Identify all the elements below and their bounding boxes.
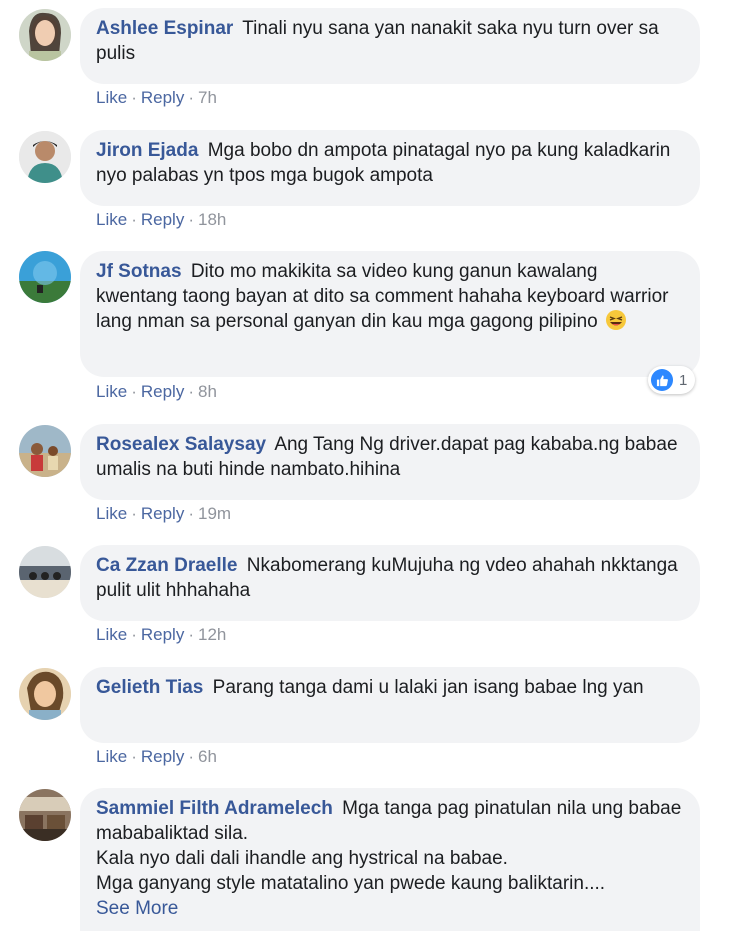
reply-button[interactable]: Reply — [141, 504, 184, 523]
comment-author[interactable]: Jf Sotnas — [96, 261, 182, 282]
comment-bubble: Jiron Ejada Mga bobo dn ampota pinatagal… — [80, 130, 700, 206]
comment-text-line: Kala nyo dali dali ihandle ang hystrical… — [96, 848, 508, 869]
laughing-emoji-icon — [605, 309, 627, 331]
reaction-count[interactable]: 1 — [648, 366, 696, 394]
like-button[interactable]: Like — [96, 88, 127, 107]
thumbs-up-icon — [651, 369, 673, 391]
comment-author[interactable]: Gelieth Tias — [96, 677, 203, 698]
reply-button[interactable]: Reply — [141, 747, 184, 766]
comment-bubble: Rosealex Salaysay Ang Tang Ng driver.dap… — [80, 424, 700, 500]
like-button[interactable]: Like — [96, 210, 127, 229]
comment-actions: Like · Reply · 19m — [96, 504, 232, 523]
comment-timestamp[interactable]: 8h — [198, 382, 217, 401]
like-button[interactable]: Like — [96, 382, 127, 401]
comment-bubble: Jf Sotnas Dito mo makikita sa video kung… — [80, 251, 700, 377]
comment-bubble: Ca Zzan Draelle Nkabomerang kuMujuha ng … — [80, 545, 700, 621]
reply-button[interactable]: Reply — [141, 88, 184, 107]
comment-author[interactable]: Jiron Ejada — [96, 140, 198, 161]
comment-bubble: Ashlee Espinar Tinali nyu sana yan nanak… — [80, 8, 700, 84]
avatar[interactable] — [19, 425, 71, 477]
comment-timestamp[interactable]: 19m — [198, 504, 231, 523]
comment-actions: Like · Reply · 18h — [96, 210, 227, 229]
comment-actions: Like · Reply · 6h — [96, 747, 217, 766]
avatar[interactable] — [19, 9, 71, 61]
reaction-count-value: 1 — [679, 371, 688, 389]
comment-author[interactable]: Ashlee Espinar — [96, 18, 233, 39]
avatar[interactable] — [19, 131, 71, 183]
comment-timestamp[interactable]: 18h — [198, 210, 226, 229]
comment-timestamp[interactable]: 12h — [198, 625, 226, 644]
avatar[interactable] — [19, 668, 71, 720]
see-more-link[interactable]: See More — [96, 896, 684, 921]
comment-text-line: Mga ganyang style matatalino yan pwede k… — [96, 873, 606, 894]
reply-button[interactable]: Reply — [141, 625, 184, 644]
comment-author[interactable]: Rosealex Salaysay — [96, 434, 266, 455]
comment-text: Parang tanga dami u lalaki jan isang bab… — [212, 677, 644, 698]
like-button[interactable]: Like — [96, 625, 127, 644]
comment-author[interactable]: Ca Zzan Draelle — [96, 555, 238, 576]
comment-actions: Like · Reply · 7h — [96, 88, 217, 107]
comment-timestamp[interactable]: 6h — [198, 747, 217, 766]
comment-author[interactable]: Sammiel Filth Adramelech — [96, 798, 333, 819]
comment-bubble: Sammiel Filth Adramelech Mga tanga pag p… — [80, 788, 700, 931]
reply-button[interactable]: Reply — [141, 210, 184, 229]
avatar[interactable] — [19, 789, 71, 841]
comment-bubble: Gelieth Tias Parang tanga dami u lalaki … — [80, 667, 700, 743]
like-button[interactable]: Like — [96, 504, 127, 523]
avatar[interactable] — [19, 546, 71, 598]
avatar[interactable] — [19, 251, 71, 303]
like-button[interactable]: Like — [96, 747, 127, 766]
reply-button[interactable]: Reply — [141, 382, 184, 401]
comment-actions: Like · Reply · 8h — [96, 382, 217, 401]
comment-actions: Like · Reply · 12h — [96, 625, 227, 644]
comment-timestamp[interactable]: 7h — [198, 88, 217, 107]
